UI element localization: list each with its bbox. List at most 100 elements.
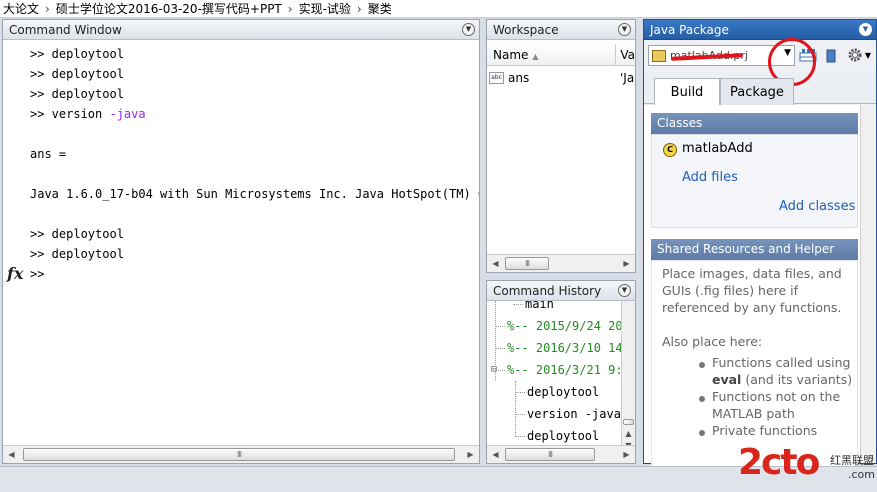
command-window[interactable]: Command Window ▼ >> deploytool >> deployt… [2, 19, 480, 464]
command-text: deploytool [44, 227, 124, 241]
history-list[interactable]: main %-- 2015/9/24 20 %-- 2016/3/10 14 %-- … [487, 301, 621, 445]
breadcrumb-item[interactable]: 大论文 [3, 0, 39, 17]
breadcrumb-item[interactable]: 实现-试验 [299, 0, 351, 17]
panel-menu-icon[interactable]: ▼ [462, 23, 475, 36]
table-row[interactable]: abc ans 'Ja [487, 68, 635, 88]
shared-line: referenced by any functions. [662, 300, 842, 315]
prompt: >> [30, 247, 45, 261]
panel-menu-icon[interactable]: ▼ [618, 284, 631, 297]
java-package-toolbar: matlabAdd.prj ▼ ▼ [644, 40, 876, 70]
command-keyword: -java [109, 107, 146, 121]
bullet-line: Private functions [712, 423, 818, 438]
dropdown-arrow-icon[interactable]: ▼ [865, 51, 871, 60]
command-line[interactable]: Java 1.6.0_17-b04 with Sun Microsystems … [30, 184, 479, 204]
horizontal-scrollbar[interactable]: ◀ III ▶ [487, 254, 635, 272]
history-entry[interactable]: main [525, 301, 554, 315]
bullet-icon [699, 430, 705, 436]
workspace-titlebar[interactable]: Workspace ▼ [487, 20, 635, 40]
command-text: version [44, 107, 110, 121]
java-package-titlebar[interactable]: Java Package ▼ [644, 20, 876, 40]
sort-ascending-icon: ▲ [532, 52, 539, 61]
classes-section[interactable]: C matlabAdd Add files Add classes [651, 134, 858, 228]
breadcrumb-item[interactable]: 聚类 [368, 0, 392, 17]
bullet-icon [699, 396, 705, 402]
scrollbar-thumb[interactable]: III [505, 448, 595, 461]
history-entry[interactable]: deploytool [527, 425, 599, 445]
history-entry[interactable]: deploytool [527, 381, 599, 403]
scroll-right-icon[interactable]: ▶ [618, 446, 635, 463]
panel-menu-icon[interactable]: ▼ [618, 23, 631, 36]
class-name[interactable]: matlabAdd [682, 141, 753, 156]
prompt: >> [30, 227, 45, 241]
history-session-header[interactable]: %-- 2016/3/10 14 [507, 337, 621, 359]
command-line[interactable]: ans = [30, 144, 479, 164]
tree-connector [495, 301, 496, 381]
breadcrumb: 大论文 › 硕士学位论文2016-03-20-撰写代码+PPT › 实现-试验 … [0, 0, 877, 18]
command-line[interactable] [30, 124, 479, 144]
scroll-left-icon[interactable]: ◀ [487, 255, 504, 272]
scroll-right-icon[interactable]: ▶ [462, 446, 479, 463]
vertical-scrollbar[interactable] [860, 105, 876, 463]
command-line[interactable]: >> version -java [30, 104, 479, 124]
command-output[interactable]: >> deploytool >> deploytool >> deploytool >… [30, 44, 479, 284]
command-line[interactable]: >> deploytool [30, 224, 479, 244]
scrollbar-thumb[interactable]: III [505, 257, 549, 270]
panel-menu-icon[interactable]: ▼ [859, 23, 872, 36]
shared-line: Place images, data files, and [662, 266, 842, 281]
column-header-value[interactable]: Va [616, 44, 635, 65]
command-line[interactable]: >> deploytool [30, 44, 479, 64]
package-icon[interactable] [821, 45, 841, 65]
scroll-up-icon[interactable]: ▲ [620, 427, 637, 439]
workspace-title: Workspace [493, 22, 559, 37]
horizontal-scrollbar[interactable]: ◀ III ▶ [487, 445, 635, 463]
command-line[interactable]: >> deploytool [30, 64, 479, 84]
tab-build[interactable]: Build [654, 78, 720, 106]
tab-package[interactable]: Package [720, 78, 794, 105]
command-line[interactable] [30, 164, 479, 184]
prompt: >> [30, 87, 45, 101]
horizontal-scrollbar[interactable]: ◀ III ▶ [3, 445, 479, 463]
build-tab-content: Classes C matlabAdd Add files Add classe… [644, 105, 876, 470]
gear-icon[interactable]: ▼ [844, 45, 874, 65]
command-window-body[interactable]: >> deploytool >> deploytool >> deploytool >… [3, 40, 479, 445]
command-text: deploytool [44, 87, 124, 101]
history-session-header[interactable]: %-- 2015/9/24 20 [507, 315, 621, 337]
breadcrumb-separator: › [45, 1, 50, 16]
char-variable-icon: abc [489, 72, 504, 84]
shared-resources-section[interactable]: Place images, data files, and GUIs (.fig… [651, 260, 858, 470]
bullet-line: eval (and its variants) [712, 371, 852, 388]
command-line[interactable]: >> [30, 264, 479, 284]
java-package-panel[interactable]: Java Package ▼ matlabAdd.prj ▼ ▼ Build P… [643, 19, 877, 470]
classes-header: Classes [651, 113, 858, 134]
bullet-icon [699, 362, 705, 368]
tree-connector [515, 414, 525, 415]
command-history-titlebar[interactable]: Command History ▼ [487, 281, 635, 301]
scroll-left-icon[interactable]: ◀ [3, 446, 20, 463]
tree-connector [495, 348, 505, 349]
breadcrumb-separator: › [356, 1, 362, 16]
command-history-panel[interactable]: Command History ▼ main %-- 2015/9/24 20 %-… [486, 280, 636, 464]
command-line[interactable]: >> deploytool [30, 244, 479, 264]
bullet-line: MATLAB path [712, 406, 795, 421]
project-file-icon [652, 49, 666, 62]
bullet-line: Functions not on the [712, 389, 841, 404]
scroll-right-icon[interactable]: ▶ [618, 255, 635, 272]
command-line[interactable] [30, 204, 479, 224]
command-window-titlebar[interactable]: Command Window ▼ [3, 20, 479, 40]
watermark-com: .com [848, 468, 875, 481]
history-entry[interactable]: version -java [527, 403, 621, 425]
fx-icon[interactable]: fx [7, 264, 23, 283]
history-session-header[interactable]: %-- 2016/3/21 9: [507, 359, 621, 381]
scrollbar-thumb[interactable] [623, 419, 634, 425]
add-classes-link[interactable]: Add classes [779, 199, 855, 214]
workspace-panel[interactable]: Workspace ▼ Name ▲ Va abc ans 'Ja ◀ III ▶ [486, 19, 636, 273]
column-header-name[interactable]: Name ▲ [487, 44, 617, 65]
vertical-scrollbar[interactable]: ▲ ▼ [620, 301, 637, 450]
prompt: >> [30, 107, 45, 121]
breadcrumb-item[interactable]: 硕士学位论文2016-03-20-撰写代码+PPT [56, 0, 282, 17]
command-line[interactable]: >> deploytool [30, 84, 479, 104]
scroll-left-icon[interactable]: ◀ [487, 446, 504, 463]
add-files-link[interactable]: Add files [682, 170, 738, 185]
scrollbar-thumb[interactable]: III [23, 448, 455, 461]
bullet-bold: eval [712, 372, 742, 387]
